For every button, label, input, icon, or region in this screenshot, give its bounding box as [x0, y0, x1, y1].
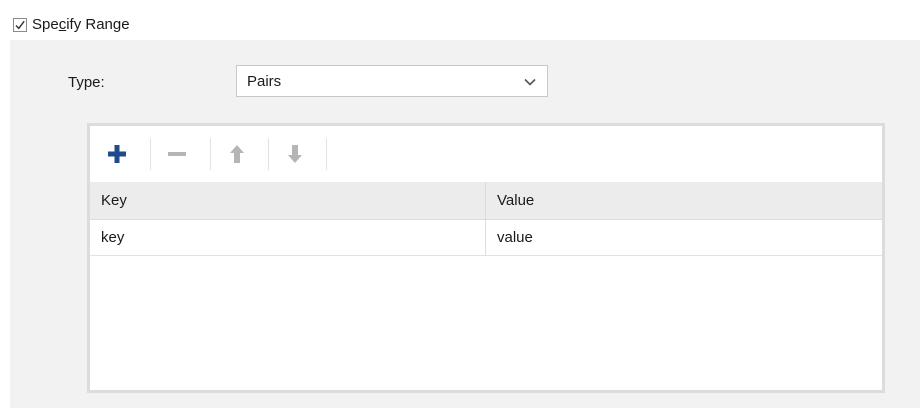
arrow-down-icon [288, 145, 302, 163]
plus-icon [108, 145, 126, 163]
checkmark-icon [15, 20, 25, 30]
remove-row-button[interactable] [164, 141, 190, 167]
arrow-up-icon [230, 145, 244, 163]
table-header-row: Key Value [90, 182, 882, 220]
type-dropdown[interactable]: Pairs [236, 65, 548, 97]
key-cell[interactable]: key [90, 220, 485, 255]
value-cell[interactable]: value [485, 220, 882, 255]
table-toolbar [90, 126, 882, 182]
toolbar-separator [150, 138, 151, 170]
type-dropdown-value: Pairs [247, 72, 282, 90]
specify-range-page: Specify Range Type: Pairs Key Value key … [0, 0, 920, 408]
column-header-key[interactable]: Key [90, 182, 485, 219]
specify-range-label[interactable]: Specify Range [32, 15, 130, 35]
type-label: Type: [68, 74, 105, 91]
column-header-value[interactable]: Value [485, 182, 882, 219]
specify-range-header: Specify Range [0, 0, 920, 40]
move-down-button[interactable] [282, 141, 308, 167]
specify-range-checkbox[interactable] [13, 18, 27, 32]
toolbar-separator [268, 138, 269, 170]
table-row[interactable]: key value [90, 220, 882, 256]
key-value-table: Key Value key value [87, 123, 885, 393]
move-up-button[interactable] [224, 141, 250, 167]
chevron-down-icon [524, 78, 536, 86]
toolbar-separator [210, 138, 211, 170]
add-row-button[interactable] [104, 141, 130, 167]
minus-icon [168, 152, 186, 156]
toolbar-separator [326, 138, 327, 170]
